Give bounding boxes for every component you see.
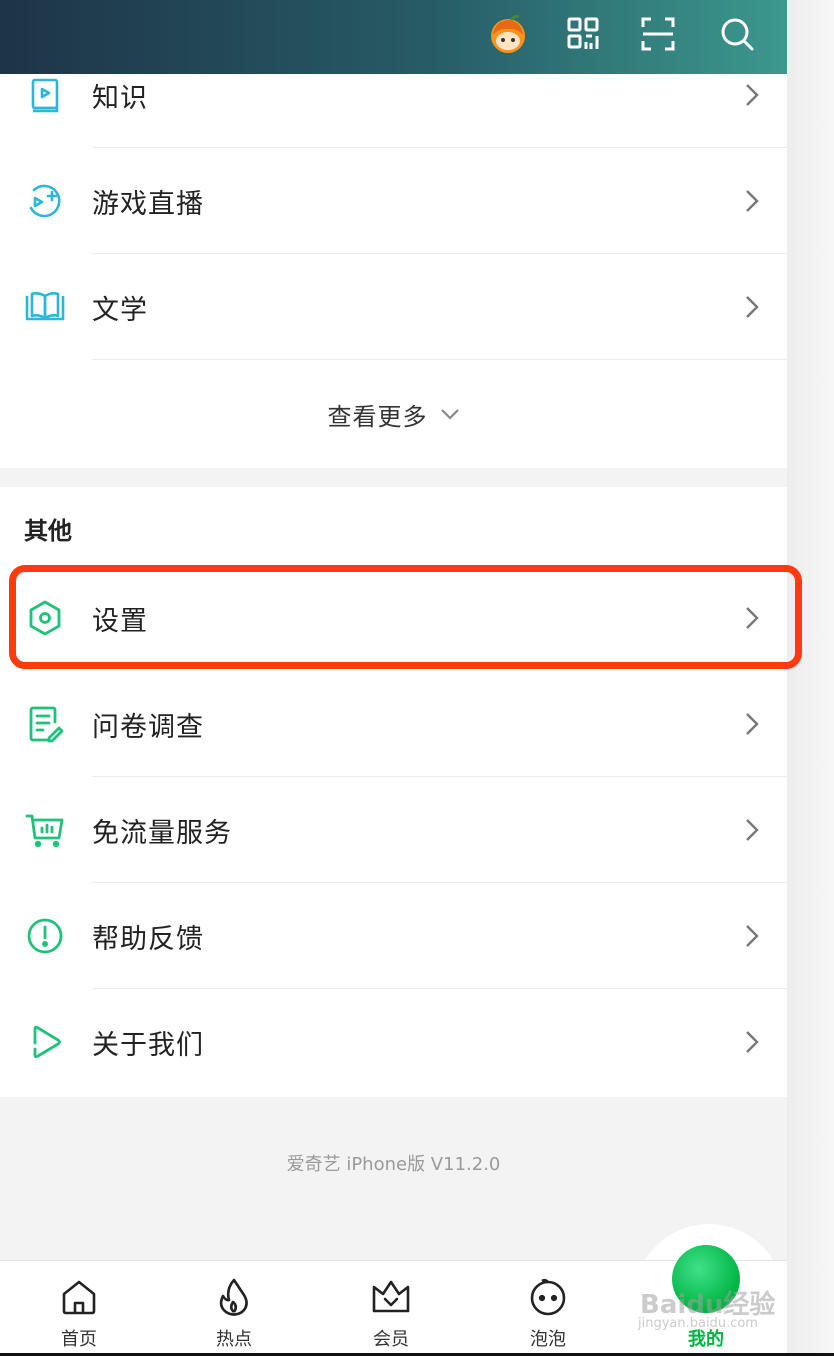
menu-item-label: 知识 xyxy=(92,82,148,114)
watermark-url: jingyan.baidu.com xyxy=(638,1316,758,1331)
tab-label: 热点 xyxy=(216,1329,252,1350)
menu-item-label: 游戏直播 xyxy=(92,188,204,220)
chevron-right-icon xyxy=(743,815,761,845)
menu-item-knowledge[interactable]: 知识 xyxy=(0,42,787,148)
screenshot-margin xyxy=(787,0,834,1356)
cart-icon xyxy=(24,809,66,851)
crown-icon xyxy=(369,1275,413,1319)
open-book-icon xyxy=(24,286,66,328)
baidu-watermark: Baidu经验 jingyan.baidu.com xyxy=(634,1284,787,1334)
menu-item-game-live[interactable]: 游戏直播 xyxy=(0,148,787,254)
version-text: 爱奇艺 iPhone版 V11.2.0 xyxy=(286,1154,501,1175)
menu-item-free-data[interactable]: 免流量服务 xyxy=(0,777,787,883)
home-icon xyxy=(57,1275,101,1319)
chevron-right-icon xyxy=(743,292,761,322)
book-play-icon xyxy=(24,74,66,116)
menu-item-label: 免流量服务 xyxy=(92,817,232,849)
menu-item-label: 文学 xyxy=(92,294,148,326)
tab-label: 泡泡 xyxy=(530,1329,566,1350)
section-title: 其他 xyxy=(24,517,72,545)
chevron-right-icon xyxy=(743,186,761,216)
menu-item-label: 帮助反馈 xyxy=(92,923,204,955)
chevron-right-icon xyxy=(743,80,761,110)
tab-home[interactable]: 首页 xyxy=(19,1261,139,1356)
see-more-button[interactable]: 查看更多 xyxy=(0,374,787,454)
see-more-label: 查看更多 xyxy=(327,402,428,431)
chevron-right-icon xyxy=(743,1027,761,1057)
bubble-face-icon xyxy=(526,1275,570,1319)
chevron-down-icon xyxy=(440,409,459,420)
survey-icon xyxy=(24,703,66,745)
help-icon xyxy=(24,915,66,957)
chevron-right-icon xyxy=(743,709,761,739)
chevron-right-icon xyxy=(743,921,761,951)
menu-item-literature[interactable]: 文学 xyxy=(0,254,787,360)
tab-bubble[interactable]: 泡泡 xyxy=(488,1261,608,1356)
about-play-icon xyxy=(24,1021,66,1063)
phone-screen: 知识 游戏直播 文学 查看更多 其他 设置 问卷调查 免流量服务 帮助反馈 关于… xyxy=(0,0,787,1356)
services-card: 知识 游戏直播 文学 查看更多 xyxy=(0,74,787,468)
tab-hot[interactable]: 热点 xyxy=(174,1261,294,1356)
tab-label: 首页 xyxy=(61,1329,97,1350)
menu-item-label: 问卷调查 xyxy=(92,711,204,743)
divider xyxy=(92,359,787,360)
menu-item-survey[interactable]: 问卷调查 xyxy=(0,671,787,777)
fire-icon xyxy=(212,1275,256,1319)
menu-item-label: 关于我们 xyxy=(92,1029,204,1061)
game-play-icon xyxy=(24,180,66,222)
tab-vip[interactable]: 会员 xyxy=(331,1261,451,1356)
tab-label: 会员 xyxy=(373,1329,409,1350)
menu-item-help-feedback[interactable]: 帮助反馈 xyxy=(0,883,787,989)
settings-highlight-box xyxy=(9,565,802,669)
menu-item-about-us[interactable]: 关于我们 xyxy=(0,989,787,1095)
